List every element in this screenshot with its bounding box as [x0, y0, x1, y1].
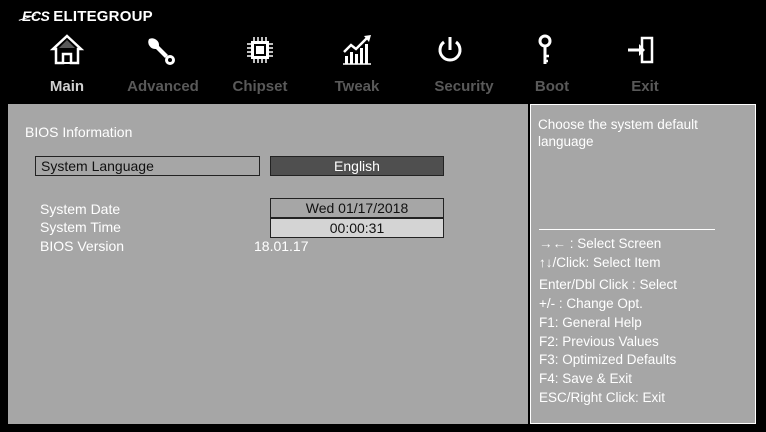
help-key-line: F3: Optimized Defaults [539, 352, 677, 367]
bios-version-value: 18.01.17 [254, 238, 309, 254]
key-icon[interactable] [525, 30, 565, 70]
ecs-logo: ECS [22, 8, 50, 24]
help-key-line: F4: Save & Exit [539, 371, 633, 386]
home-icon[interactable] [47, 30, 87, 70]
help-key-line: F1: General Help [539, 315, 642, 330]
performance-graph-icon[interactable] [337, 30, 377, 70]
system-date-field[interactable]: Wed 01/17/2018 [270, 198, 444, 218]
tab-advanced[interactable]: Advanced [118, 78, 208, 95]
system-language-label: System Language [41, 158, 154, 174]
help-description: Choose the system default language [538, 117, 698, 149]
bios-screen: ECS ELITEGROUP Main Advanced Chipset Twe… [0, 0, 766, 432]
system-time-field[interactable]: 00:00:31 [270, 218, 444, 238]
brand-logo: ECS ELITEGROUP [22, 6, 153, 26]
wrench-icon[interactable] [140, 30, 180, 70]
exit-icon[interactable] [620, 30, 660, 70]
help-key-line: ↑↓/Click: Select Item [539, 255, 661, 270]
help-key-line: Enter/Dbl Click : Select [539, 277, 678, 292]
settings-panel: BIOS Information System Language English… [8, 104, 528, 424]
chip-icon[interactable] [240, 30, 280, 70]
help-divider [539, 229, 715, 230]
system-language-value[interactable]: English [270, 156, 444, 176]
tab-tweak[interactable]: Tweak [312, 78, 402, 95]
tab-exit[interactable]: Exit [600, 78, 690, 95]
tab-security[interactable]: Security [419, 78, 509, 95]
tab-main[interactable]: Main [22, 78, 112, 95]
help-key-line: F2: Previous Values [539, 334, 659, 349]
tab-chipset[interactable]: Chipset [215, 78, 305, 95]
help-key-line: +/- : Change Opt. [539, 296, 643, 311]
help-panel: Choose the system default language →← : … [530, 104, 756, 424]
system-language-row[interactable]: System Language [35, 156, 260, 176]
system-date-label: System Date [40, 201, 121, 217]
help-key-line: ESC/Right Click: Exit [539, 390, 666, 405]
brand-name: ELITEGROUP [53, 7, 153, 25]
tab-boot[interactable]: Boot [507, 78, 597, 95]
bios-version-label: BIOS Version [40, 238, 125, 254]
help-key-line: →← : Select Screen [539, 236, 662, 251]
system-time-label: System Time [40, 219, 121, 235]
power-icon[interactable] [430, 30, 470, 70]
section-title: BIOS Information [25, 124, 133, 140]
